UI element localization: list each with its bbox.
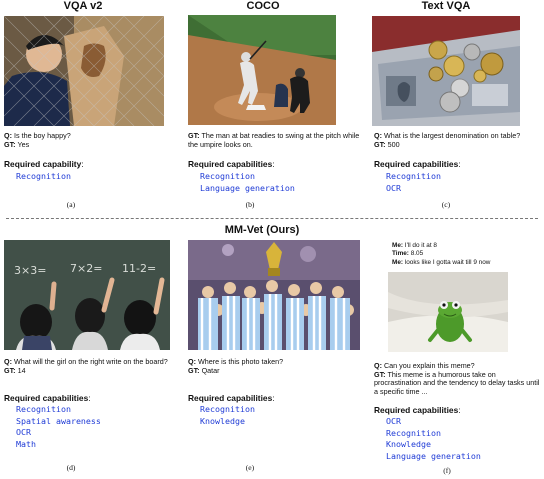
mm-vet-title: MM-Vet (Ours) [224, 224, 300, 236]
panel-b-image [188, 15, 336, 125]
capability-item: Knowledge [386, 439, 431, 449]
panel-a-subcaption: (a) [66, 200, 76, 209]
panel-c-answer: 500 [387, 139, 400, 149]
panel-f-subcaption: (f) [443, 466, 451, 475]
panel-a-capability-list: Recognition [16, 171, 71, 183]
capability-item: Recognition [16, 171, 71, 181]
panel-e-capability-heading: Required capabilities: [188, 393, 275, 403]
panel-b-capability-heading: Required capabilities: [188, 159, 275, 169]
panel-e-capability-list: Recognition Knowledge [200, 404, 255, 427]
panel-e-subcaption: (e) [245, 463, 255, 472]
capability-item: Recognition [386, 171, 441, 181]
panel-c-qa: Q: What is the largest denomination on t… [374, 131, 521, 149]
panel-c-question: What is the largest denomination on tabl… [383, 131, 521, 140]
panel-b-capability-list: Recognition Language generation [200, 171, 295, 194]
panel-c-capability-list: Recognition OCR [386, 171, 441, 194]
capability-item: Knowledge [200, 415, 245, 426]
panel-b-subcaption: (b) [245, 200, 255, 209]
panel-c-capability-heading: Required capabilities: [374, 159, 461, 169]
panel-f-meme-caption: Me: I'll do it at 8 Time: 8.05 Me: looks… [392, 242, 491, 266]
capability-item: OCR [386, 416, 401, 426]
panel-f-qa: Q: Can you explain this meme? GT: This m… [374, 361, 540, 396]
panel-d-capability-heading: Required capabilities: [4, 393, 91, 403]
panel-d-subcaption: (d) [66, 463, 76, 472]
panel-c-image [372, 16, 520, 126]
panel-c-subcaption: (c) [441, 200, 451, 209]
panel-d-capability-list: Recognition Spatial awareness OCR Math [16, 404, 101, 450]
capability-item: Spatial awareness [16, 415, 101, 426]
panel-f-image [388, 272, 508, 352]
capability-item: Recognition [200, 171, 255, 181]
panel-b-qa: GT: The man at bat readies to swing at t… [188, 131, 360, 149]
panel-f-answer: This meme is a humorous take on procrast… [374, 369, 540, 396]
panel-b-answer: The man at bat readies to swing at the p… [188, 131, 360, 149]
board-text-2: 7×2= [70, 262, 102, 275]
capability-item: Recognition [200, 404, 255, 414]
capability-item: OCR [16, 427, 31, 437]
panel-e-qa: Q: Where is this photo taken? GT: Qatar [188, 357, 284, 375]
panel-d-answer: 14 [17, 365, 26, 375]
panel-d-question: What will the girl on the right write on… [13, 357, 168, 366]
panel-a-qa: Q: Is the boy happy? GT: Yes [4, 131, 71, 149]
capability-item: Language generation [200, 182, 295, 193]
panel-a-image [4, 16, 164, 126]
panel-f-capability-heading: Required capabilities: [374, 405, 461, 415]
capability-item: Math [16, 438, 36, 449]
panel-b-title: COCO [246, 0, 280, 12]
capability-item: OCR [386, 182, 401, 193]
capability-item: Language generation [386, 450, 481, 461]
capability-item: Recognition [386, 427, 441, 438]
panel-e-answer: Qatar [201, 365, 220, 375]
capability-item: Recognition [16, 404, 71, 414]
panel-d-image: 3×3= 7×2= 11-2= [4, 240, 170, 350]
panel-a-title: VQA v2 [63, 0, 103, 12]
panel-c-title: Text VQA [421, 0, 471, 12]
panel-d-qa: Q: What will the girl on the right write… [4, 357, 168, 375]
panel-a-answer: Yes [17, 139, 30, 149]
panel-f-capability-list: OCR Recognition Knowledge Language gener… [386, 416, 481, 462]
board-text-1: 3×3= [14, 264, 46, 277]
panel-e-image [188, 240, 360, 350]
panel-a-capability-heading: Required capability: [4, 159, 84, 169]
section-divider [6, 218, 538, 219]
board-text-3: 11-2= [122, 262, 156, 275]
